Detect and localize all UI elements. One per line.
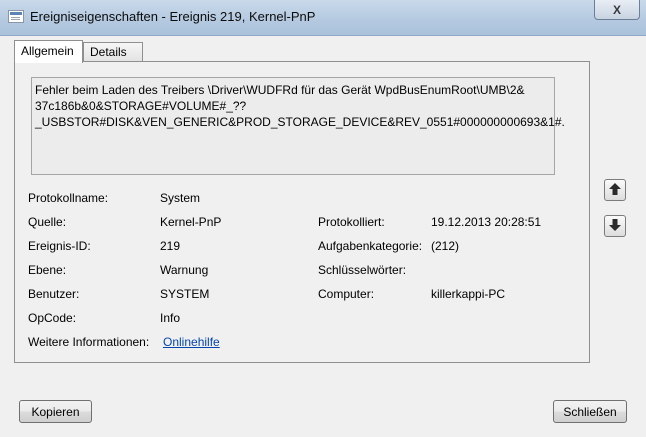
previous-event-button[interactable] <box>604 179 626 201</box>
aufgabenkategorie-label: Aufgabenkategorie: <box>318 239 423 253</box>
event-message-box[interactable]: Fehler beim Laden des Treibers \Driver\W… <box>31 77 565 175</box>
ebene-label: Ebene: <box>28 263 67 277</box>
ereignis-id-label: Ereignis-ID: <box>28 239 91 253</box>
message-line: _USBSTOR#DISK&VEN_GENERIC&PROD_STORAGE_D… <box>35 115 565 129</box>
event-viewer-icon <box>8 10 24 23</box>
protokollname-label: Protokollname: <box>28 191 109 205</box>
window-title: Ereigniseigenschaften - Ereignis 219, Ke… <box>30 9 316 24</box>
protokolliert-value: 19.12.2013 20:28:51 <box>431 215 542 229</box>
tab-allgemein[interactable]: Allgemein <box>14 40 83 63</box>
title-bar: Ereigniseigenschaften - Ereignis 219, Ke… <box>0 0 646 36</box>
benutzer-label: Benutzer: <box>28 287 80 301</box>
copy-button[interactable]: Kopieren <box>19 400 92 423</box>
message-line: Fehler beim Laden des Treibers \Driver\W… <box>35 83 525 97</box>
message-line: 37c186b&0&STORAGE#VOLUME#_?? <box>35 99 247 113</box>
next-event-button[interactable] <box>604 215 626 237</box>
arrow-down-icon <box>608 218 622 235</box>
close-window-button[interactable]: X <box>594 0 640 20</box>
quelle-value: Kernel-PnP <box>160 215 222 229</box>
computer-value: killerkappi-PC <box>431 287 506 301</box>
onlinehilfe-link[interactable]: Onlinehilfe <box>163 335 220 349</box>
tab-details[interactable]: Details <box>83 42 143 62</box>
ereignis-id-value: 219 <box>160 239 181 253</box>
protokolliert-label: Protokolliert: <box>318 215 385 229</box>
quelle-label: Quelle: <box>28 215 67 229</box>
weitere-informationen-label: Weitere Informationen: <box>28 335 150 349</box>
ebene-value: Warnung <box>160 263 209 277</box>
aufgabenkategorie-value: (212) <box>431 239 460 253</box>
arrow-up-icon <box>608 182 622 199</box>
close-button[interactable]: Schließen <box>553 400 627 423</box>
benutzer-value: SYSTEM <box>160 287 210 301</box>
protokollname-value: System <box>160 191 201 205</box>
opcode-label: OpCode: <box>28 311 77 325</box>
computer-label: Computer: <box>318 287 375 301</box>
general-panel: Fehler beim Laden des Treibers \Driver\W… <box>14 61 590 363</box>
opcode-value: Info <box>160 311 181 325</box>
schluesselwoerter-label: Schlüsselwörter: <box>318 263 407 277</box>
